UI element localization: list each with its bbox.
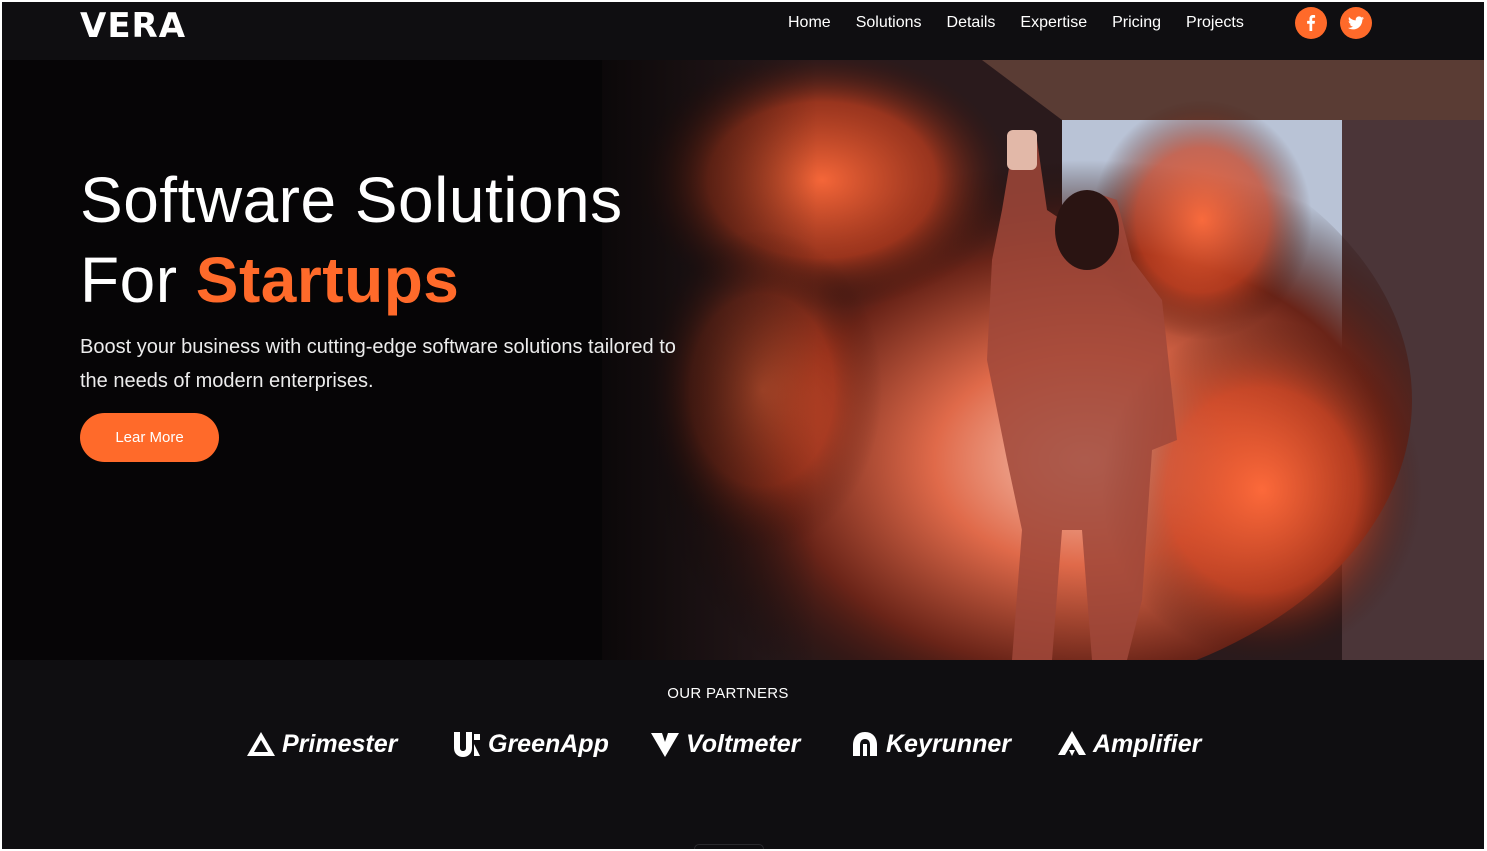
nav-item-projects[interactable]: Projects [1186, 13, 1244, 33]
twitter-icon [1348, 16, 1364, 30]
greenapp-icon [454, 732, 480, 757]
partner-logo-amplifier[interactable]: Amplifier [1057, 726, 1201, 762]
partner-name: Voltmeter [686, 729, 801, 758]
partner-name: GreenApp [488, 729, 609, 758]
partner-name: Keyrunner [886, 729, 1012, 758]
nav-item-solutions[interactable]: Solutions [856, 13, 922, 33]
facebook-button[interactable] [1295, 7, 1327, 39]
partner-logo-keyrunner[interactable]: Keyrunner [850, 726, 1011, 762]
partner-logo-primester[interactable]: Primester [246, 726, 397, 762]
nav-item-home[interactable]: Home [788, 13, 831, 33]
partner-name: Primester [282, 729, 398, 758]
brand-logo[interactable]: VERA [80, 6, 186, 46]
partner-logo-voltmeter[interactable]: Voltmeter [650, 726, 800, 762]
hero-subtext: Boost your business with cutting-edge so… [80, 336, 676, 392]
nav-item-pricing[interactable]: Pricing [1112, 13, 1161, 33]
partner-logo-greenapp[interactable]: GreenApp [452, 726, 609, 762]
partner-name: Amplifier [1093, 729, 1202, 758]
twitter-button[interactable] [1340, 7, 1372, 39]
learn-more-button[interactable]: Lear More [80, 413, 219, 462]
keyrunner-icon [853, 732, 877, 756]
hero-section: Software Solutions For Startups Boost yo… [2, 60, 1484, 660]
headline-for: For [80, 244, 178, 316]
headline-accent: Startups [195, 244, 460, 316]
primester-icon [247, 732, 275, 756]
voltmeter-icon [651, 733, 679, 757]
scroll-indicator [694, 844, 764, 849]
nav-item-expertise[interactable]: Expertise [1020, 13, 1087, 33]
facebook-icon [1307, 15, 1316, 31]
top-navbar: VERA Home Solutions Details Expertise Pr… [2, 2, 1484, 60]
main-menu: Home Solutions Details Expertise Pricing… [788, 13, 1269, 33]
headline-line-1: Software Solutions [80, 164, 623, 236]
partners-heading: OUR PARTNERS [667, 685, 789, 702]
nav-item-details[interactable]: Details [947, 13, 996, 33]
hero-headline: Software Solutions For Startups [80, 160, 623, 320]
page-frame: VERA Home Solutions Details Expertise Pr… [2, 2, 1484, 849]
amplifier-icon [1058, 731, 1086, 756]
